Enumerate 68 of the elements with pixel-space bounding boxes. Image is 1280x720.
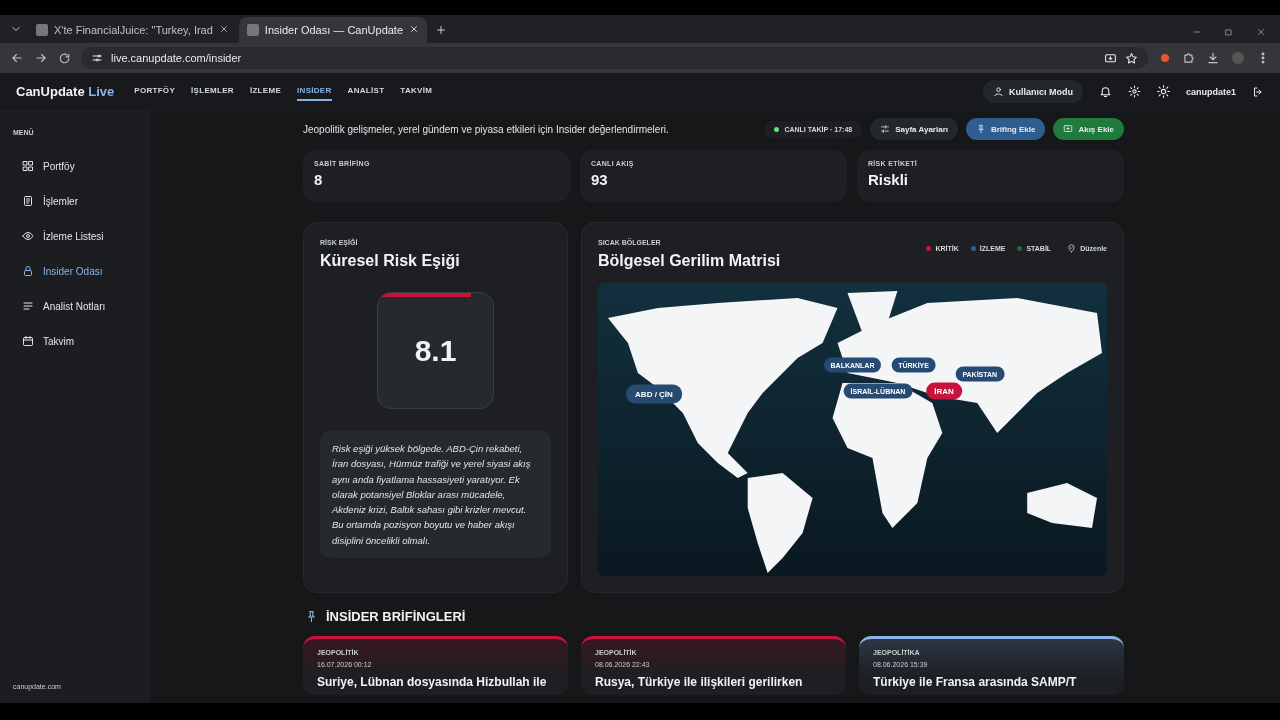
stat-value: Riskli <box>868 171 910 188</box>
risk-score: 8.1 <box>414 333 457 368</box>
region-marker[interactable]: İRAN <box>926 382 962 400</box>
panel-title: Küresel Risk Eşiği <box>320 252 461 270</box>
forward-icon <box>34 51 48 65</box>
pin-icon <box>975 124 986 134</box>
browser-tab[interactable]: X'te FinancialJuice: "Turkey, Irad <box>28 17 237 43</box>
document-icon <box>22 195 34 207</box>
brand-logo[interactable]: CanUpdate Live <box>16 84 115 99</box>
sidebar-item[interactable]: Takvim <box>10 329 140 353</box>
back-icon <box>10 51 24 65</box>
stat-value: 93 <box>591 171 609 188</box>
reload-icon <box>58 51 71 65</box>
extension-icon <box>1158 51 1172 65</box>
section-title: İNSİDER BRİFİNGLERİ <box>326 609 466 624</box>
briefing-headline: Suriye, Lübnan dosyasında Hizbullah ile <box>317 675 548 689</box>
sidebar-item[interactable]: İşlemler <box>10 189 140 213</box>
risk-note: Risk eşiği yüksek bölgede. ABD-Çin rekabeti, İran dosyası, Hürmüz trafiği ve yerel siyasi akış aynı anda fiyatlama hassasiyeti yaratıyor. Ek olarak potansiyel Bloklar arası mücadele, Akdeniz krizi, Baltık sahası gibi krizler mevcut. Bu ortamda pozisyon boyutu ve haber akışı disiplini öncelikli olmalı. <box>320 431 551 559</box>
panel-title: Bölgesel Gerilim Matrisi <box>598 252 781 270</box>
sun-icon[interactable] <box>1157 85 1170 98</box>
calendar-icon <box>22 335 34 347</box>
plus-icon <box>435 24 448 36</box>
nav-tab[interactable]: PORTFÖY <box>134 82 176 101</box>
pin-icon <box>305 610 318 623</box>
logout-icon[interactable] <box>1252 85 1264 98</box>
nav-tab[interactable]: INSİDER <box>297 82 332 101</box>
sidebar-item[interactable]: Analist Notları <box>10 294 140 318</box>
sidebar-item[interactable]: Insider Odası <box>10 259 140 283</box>
region-marker[interactable]: ABD / ÇİN <box>626 384 682 404</box>
person-icon <box>993 86 1004 97</box>
browser-tab[interactable]: Insider Odası — CanUpdate <box>238 17 428 43</box>
address-bar[interactable]: live.canupdate.com/insider <box>81 47 1148 69</box>
sidebar-item[interactable]: Portföy <box>10 154 140 178</box>
action-button[interactable]: Brifing Ekle <box>965 118 1046 140</box>
briefing-headline: Türkiye ile Fransa arasında SAMP/T <box>873 675 1078 689</box>
action-button[interactable]: Sayfa Ayarları <box>870 118 958 140</box>
close-icon <box>1256 27 1266 37</box>
puzzle-icon <box>1182 51 1196 65</box>
notification-bell-icon[interactable] <box>1099 85 1112 98</box>
nav-tab[interactable]: İŞLEMLER <box>191 82 234 101</box>
close-glyph-icon <box>218 24 229 34</box>
nav-tab[interactable]: İZLEME <box>249 82 282 101</box>
nav-tab[interactable]: TAKVİM <box>400 82 433 101</box>
close-glyph-icon <box>409 24 420 34</box>
settings-icon[interactable] <box>1128 85 1141 98</box>
restore-icon <box>1224 27 1234 37</box>
briefing-headline: Rusya, Türkiye ile ilişkileri gerilirken <box>595 675 804 689</box>
nav-tab[interactable]: ANALİST <box>347 82 385 101</box>
action-button[interactable]: Akış Ekle <box>1053 118 1124 140</box>
lock-icon <box>22 265 34 277</box>
message-plus-icon <box>1063 124 1074 134</box>
eye-icon <box>22 230 34 242</box>
page-subtitle: Jeopolitik gelişmeler, yerel gündem ve piyasa etkileri için Insider değerlendirmeleri. <box>303 123 670 135</box>
download-icon <box>1206 51 1220 65</box>
install-icon <box>1104 51 1117 65</box>
star-icon <box>1125 51 1138 65</box>
sidebar-item[interactable]: İzleme Listesi <box>10 224 140 248</box>
map-pin-icon <box>1067 244 1077 253</box>
user-mode-button[interactable]: Kullanıcı Modu <box>983 80 1083 103</box>
sliders-icon <box>880 124 891 134</box>
stat-value: 8 <box>314 171 324 188</box>
profile-avatar-icon <box>1230 50 1246 66</box>
grid-icon <box>22 160 34 172</box>
username-link[interactable]: canupdate1 <box>1186 86 1236 97</box>
favicon-icon <box>36 24 48 36</box>
lines-icon <box>22 300 34 312</box>
favicon-icon <box>246 24 259 36</box>
site-settings-icon <box>91 52 103 64</box>
